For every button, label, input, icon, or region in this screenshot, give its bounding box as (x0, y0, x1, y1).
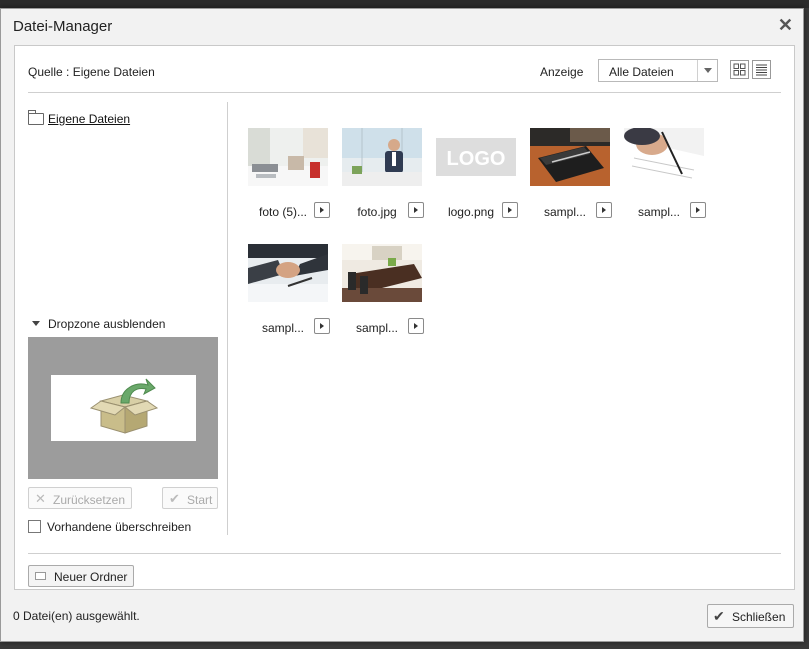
file-menu-button[interactable] (314, 202, 330, 218)
file-tile[interactable]: sampl... (248, 244, 338, 344)
check-icon: ✔ (169, 491, 180, 506)
dropzone-target[interactable] (51, 375, 196, 441)
file-manager-dialog: Datei-Manager ✕ Quelle : Eigene Dateien … (0, 8, 804, 642)
x-icon: ✕ (35, 491, 46, 506)
upload-box-icon (89, 378, 159, 434)
businessman-photo (342, 128, 422, 186)
grid-view-button[interactable] (730, 60, 749, 79)
file-thumbnail[interactable]: LOGO (436, 128, 516, 186)
file-thumbnail[interactable] (342, 128, 422, 186)
file-thumbnail[interactable] (342, 244, 422, 302)
folder-eigene-dateien[interactable]: Eigene Dateien (28, 110, 131, 126)
file-tile[interactable]: sampl... (624, 128, 714, 228)
dropzone-toggle-label: Dropzone ausblenden (48, 317, 166, 331)
view-filter-value: Alle Dateien (609, 65, 674, 79)
file-name: sampl... (261, 321, 304, 335)
start-button[interactable]: ✔ Start (162, 487, 218, 509)
caret-down-icon (32, 321, 40, 326)
file-tile[interactable]: sampl... (530, 128, 620, 228)
file-tile[interactable]: foto.jpg (342, 128, 432, 228)
list-icon (756, 64, 767, 76)
toolbar: Quelle : Eigene Dateien Anzeige Alle Dat… (28, 46, 781, 93)
file-tile[interactable]: LOGO logo.png (436, 128, 526, 228)
file-name: foto (5)... (258, 205, 308, 219)
close-icon[interactable]: ✕ (778, 16, 793, 34)
sidebar: Eigene Dateien Dropzone ausblenden ✕ Zur… (28, 102, 228, 535)
signing-document-photo (624, 128, 704, 186)
meeting-room-photo (342, 244, 422, 302)
chevron-down-icon[interactable] (697, 60, 717, 81)
file-menu-button[interactable] (502, 202, 518, 218)
file-menu-button[interactable] (690, 202, 706, 218)
list-view-button[interactable] (752, 60, 771, 79)
logo-placeholder: LOGO (436, 128, 516, 186)
folder-icon (28, 110, 44, 125)
new-folder-label: Neuer Ordner (54, 570, 128, 584)
file-menu-button[interactable] (408, 318, 424, 334)
file-manager-panel: Quelle : Eigene Dateien Anzeige Alle Dat… (14, 45, 795, 590)
start-label: Start (187, 493, 213, 507)
grid-icon (733, 63, 746, 76)
handshake-photo (248, 244, 328, 302)
dropzone-toggle[interactable]: Dropzone ausblenden (32, 317, 165, 331)
file-tile[interactable]: sampl... (342, 244, 432, 344)
file-menu-button[interactable] (408, 202, 424, 218)
file-thumbnail[interactable] (248, 128, 328, 186)
panel-divider (28, 553, 781, 554)
reset-label: Zurücksetzen (53, 493, 126, 507)
file-thumbnail[interactable] (530, 128, 610, 186)
view-label: Anzeige (540, 65, 584, 79)
file-grid: foto (5)... foto.jpg LOGO logo.png sampl… (248, 128, 788, 428)
new-folder-icon (35, 572, 46, 580)
notebook-pen-photo (530, 128, 610, 186)
file-menu-button[interactable] (314, 318, 330, 334)
file-menu-button[interactable] (596, 202, 612, 218)
overwrite-checkbox[interactable] (28, 520, 41, 533)
dropzone[interactable] (28, 337, 218, 479)
file-tile[interactable]: foto (5)... (248, 128, 338, 228)
office-desk-photo (248, 128, 328, 186)
file-name: logo.png (447, 205, 495, 219)
file-name: sampl... (543, 205, 586, 219)
check-icon: ✔ (713, 608, 725, 624)
reset-button[interactable]: ✕ Zurücksetzen (28, 487, 132, 509)
backdrop (0, 0, 809, 8)
file-name: foto.jpg (357, 205, 397, 219)
source-label: Quelle : Eigene Dateien (28, 65, 155, 79)
file-thumbnail[interactable] (248, 244, 328, 302)
file-name: sampl... (637, 205, 680, 219)
new-folder-button[interactable]: Neuer Ordner (28, 565, 134, 587)
overwrite-option[interactable]: Vorhandene überschreiben (28, 520, 191, 534)
selection-status: 0 Datei(en) ausgewählt. (13, 609, 140, 623)
overwrite-label: Vorhandene überschreiben (47, 520, 192, 534)
dialog-titlebar[interactable]: Datei-Manager ✕ (1, 9, 803, 45)
close-button[interactable]: ✔ Schließen (707, 604, 794, 628)
file-thumbnail[interactable] (624, 128, 704, 186)
dialog-title: Datei-Manager (13, 18, 113, 35)
folder-label: Eigene Dateien (48, 112, 131, 126)
view-filter-select[interactable]: Alle Dateien (598, 59, 718, 82)
logo-text: LOGO (447, 148, 506, 170)
close-label: Schließen (732, 610, 786, 624)
file-name: sampl... (355, 321, 398, 335)
